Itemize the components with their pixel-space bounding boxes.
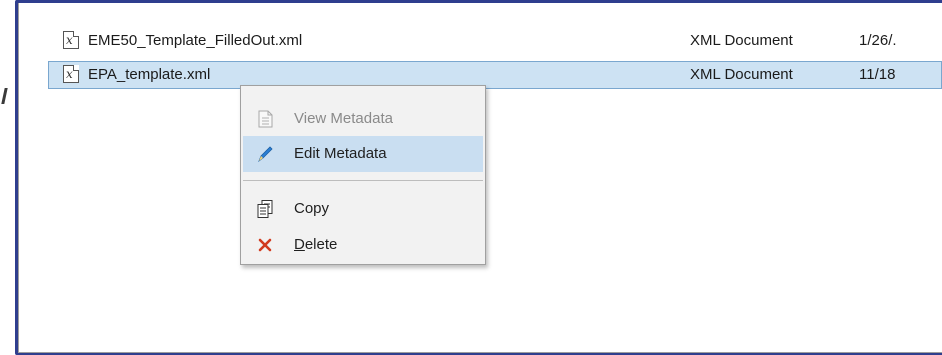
xml-file-icon: x [63, 65, 79, 83]
file-type: XML Document [690, 32, 793, 49]
file-row-selected[interactable]: x EPA_template.xml XML Document 11/18 [48, 61, 942, 89]
file-date: 11/18 [859, 66, 896, 83]
file-name: EPA_template.xml [88, 66, 211, 83]
menu-label: View Metadata [294, 110, 393, 127]
menu-item-edit-metadata[interactable]: Edit Metadata [243, 136, 483, 172]
document-icon [258, 110, 273, 128]
menu-mnemonic: D [294, 236, 305, 253]
screenshot-frame: x EME50_Template_FilledOut.xml XML Docum… [0, 0, 942, 355]
copy-icon [257, 200, 273, 218]
pencil-icon [258, 146, 273, 163]
file-row[interactable]: x EME50_Template_FilledOut.xml XML Docum… [48, 27, 942, 55]
menu-label-rest: elete [304, 236, 338, 253]
menu-item-view-metadata[interactable]: View Metadata [243, 101, 483, 137]
menu-label: Copy [294, 200, 330, 217]
edge-mark [1, 88, 8, 104]
file-name: EME50_Template_FilledOut.xml [88, 32, 303, 49]
menu-item-copy[interactable]: Copy [243, 191, 483, 227]
menu-separator [243, 180, 483, 181]
file-date: 1/26/. [859, 32, 897, 49]
file-type: XML Document [690, 66, 793, 83]
xml-file-icon: x [63, 31, 79, 49]
delete-x-icon [258, 238, 272, 252]
context-menu: View Metadata Edit Metadata Copy Delete [240, 85, 486, 265]
menu-label: Edit Metadata [294, 145, 387, 162]
menu-item-delete[interactable]: Delete [243, 227, 483, 263]
menu-label: Delete [294, 236, 337, 253]
